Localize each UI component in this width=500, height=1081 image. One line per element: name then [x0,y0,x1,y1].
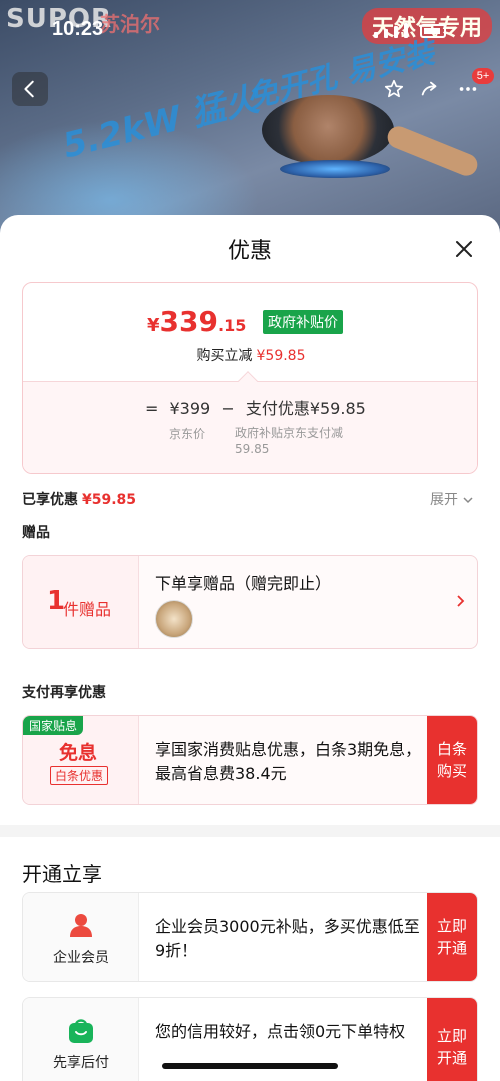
chevron-left-icon [24,80,34,98]
share-button[interactable] [412,72,448,106]
signal-bar-icon [404,23,408,38]
jd-price-label: 京东价 [169,427,206,441]
gift-card[interactable]: 1 件赠品 下单享赠品（赠完即止） [22,555,478,649]
enterprise-member-text: 企业会员3000元补贴，多买优惠低至9折！ [155,917,420,960]
final-price: ¥339.15 [147,305,246,338]
favorite-button[interactable] [376,72,412,106]
chevron-down-icon [463,497,473,504]
national-subsidy-tag: 国家贴息 [23,716,84,735]
signal-bar-icon [374,32,378,38]
shopping-bag-icon [69,1019,93,1043]
minus-sign: − [221,399,235,418]
gift-unit: 件赠品 [63,600,112,619]
interest-free-card[interactable]: 国家贴息 免息 白条优惠 享国家消费贴息优惠，白条3期免息，最高省息费38.4元… [22,715,478,805]
enjoyed-discount: 已享优惠 ¥59.85 [22,489,136,509]
jd-price: ¥399 [169,399,211,418]
pay-later-label: 先享后付 [53,1055,109,1071]
instant-reduce-label: 购买立减 [196,348,253,364]
gift-count-panel: 1 件赠品 [23,556,139,648]
enterprise-member-label: 企业会员 [53,950,109,966]
discount-sheet: 优惠 ¥339.15 政府补贴价 购买立减 ¥59.85 = ¥399 − 支付优… [0,215,500,1081]
pay-discount-label: 政府补贴京东支付减59.85 [235,426,344,456]
gift-thumbnail [155,600,193,638]
person-icon [70,914,92,937]
expand-button[interactable]: 展开 [430,489,474,509]
enterprise-member-card[interactable]: 企业会员 企业会员3000元补贴，多买优惠低至9折！ 立即开通 [22,892,478,982]
close-button[interactable] [450,235,478,263]
open-section-title: 开通立享 [22,862,102,886]
star-icon [384,79,404,98]
open-pay-later-button[interactable]: 立即开通 [427,998,477,1081]
interest-free-panel: 国家贴息 免息 白条优惠 [23,716,139,804]
pay-section-label: 支付再享优惠 [22,685,106,701]
enterprise-member-panel: 企业会员 [23,893,139,981]
status-time: 10:23 [52,18,104,40]
gift-section-label: 赠品 [22,525,50,541]
gov-subsidy-tag: 政府补贴价 [263,310,343,334]
chevron-right-icon [457,595,465,607]
section-divider [0,825,500,837]
interest-free-label: 免息 [59,742,98,764]
share-icon [421,81,437,96]
pay-later-panel: 先享后付 [23,998,139,1081]
status-icons [374,20,454,38]
price-formula: = ¥399 − 支付优惠¥59.85 [145,395,372,419]
equals-sign: = [145,399,159,418]
brand-logo-cn: 苏泊尔 [100,12,160,36]
enjoyed-label: 已享优惠 [22,492,78,508]
back-button[interactable] [12,72,48,106]
instant-reduce: 购买立减 ¥59.85 [23,345,477,365]
wok-handle-image [384,123,481,179]
signal-bar-icon [394,26,398,38]
open-enterprise-button[interactable]: 立即开通 [427,893,477,981]
price-integer: 339 [159,305,218,338]
price-decimal: .15 [217,316,247,335]
pay-later-text: 您的信用较好，点击领0元下单特权 [155,1022,406,1041]
enjoyed-amount: ¥59.85 [82,492,137,508]
interest-free-text: 享国家消费贴息优惠，白条3期免息，最高省息费38.4元 [155,740,422,783]
notification-badge: 5+ [472,68,494,84]
battery-icon [420,24,446,38]
home-indicator[interactable] [162,1063,338,1069]
instant-reduce-amount: ¥59.85 [256,348,306,364]
wok-image [262,95,394,165]
close-icon [456,241,472,257]
price-currency: ¥ [147,315,160,336]
expand-label: 展开 [430,492,458,508]
baitiao-buy-button[interactable]: 白条购买 [427,716,477,804]
burner-flame-image [280,160,390,178]
price-card: ¥339.15 政府补贴价 购买立减 ¥59.85 = ¥399 − 支付优惠¥5… [22,282,478,474]
pay-discount: 支付优惠¥59.85 [245,399,366,418]
baitiao-tag: 白条优惠 [50,766,109,785]
signal-bar-icon [384,29,388,38]
gift-title: 下单享赠品（赠完即止） [155,574,332,593]
sheet-title: 优惠 [227,239,272,264]
